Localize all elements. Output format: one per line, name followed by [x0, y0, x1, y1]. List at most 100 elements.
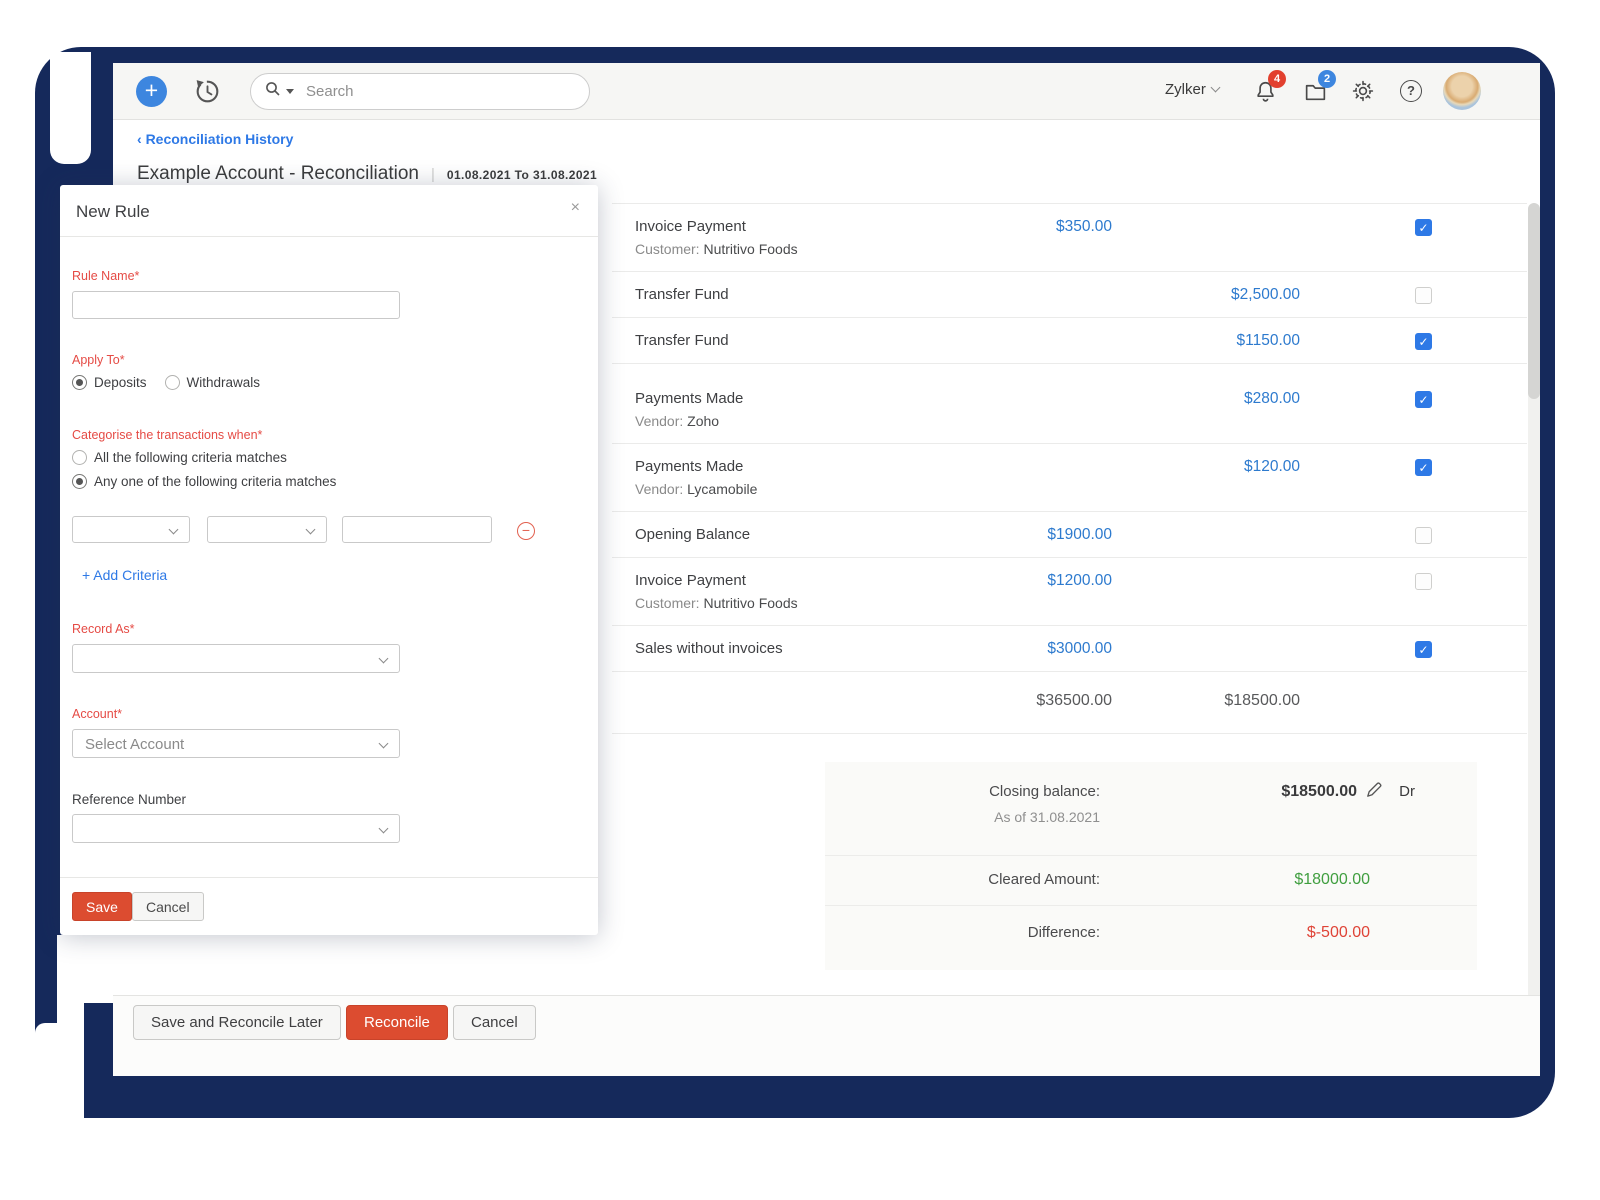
radio-icon[interactable]	[72, 474, 87, 489]
transaction-type: Transfer Fund	[635, 286, 1527, 303]
closing-balance-amount: $18500.00	[1281, 783, 1357, 801]
transaction-checkbox[interactable]: ✓	[1415, 641, 1432, 658]
cancel-button[interactable]: Cancel	[453, 1005, 536, 1040]
radio-label: All the following criteria matches	[94, 450, 287, 465]
frame-notch	[57, 1003, 84, 1118]
modal-cancel-button[interactable]: Cancel	[132, 892, 204, 921]
transaction-checkbox[interactable]: ✓	[1415, 459, 1432, 476]
table-row: Invoice PaymentCustomer: Nutritivo Foods…	[612, 204, 1527, 272]
transaction-type: Transfer Fund	[635, 332, 1527, 349]
reconcile-button[interactable]: Reconcile	[346, 1005, 448, 1040]
radio-option[interactable]: Withdrawals	[165, 375, 261, 390]
remove-criteria-icon[interactable]: −	[517, 522, 535, 540]
transaction-amount: $2,500.00	[1231, 286, 1300, 304]
record-as-label: Record As*	[72, 622, 135, 636]
back-chevron-icon: ‹	[137, 131, 142, 147]
criteria-field-select[interactable]	[72, 516, 190, 543]
radio-icon[interactable]	[72, 375, 87, 390]
account-placeholder: Select Account	[85, 736, 184, 753]
cleared-amount-label: Cleared Amount:	[988, 871, 1100, 888]
transaction-contact: Vendor: Zoho	[635, 413, 1527, 429]
settings-gear-icon[interactable]	[1351, 79, 1375, 108]
difference-value: $-500.00	[1307, 924, 1370, 942]
table-row: Invoice PaymentCustomer: Nutritivo Foods…	[612, 558, 1527, 626]
breadcrumb[interactable]: ‹ Reconciliation History	[137, 131, 293, 147]
page-title-row: Example Account - Reconciliation | 01.08…	[137, 163, 597, 185]
rule-name-label: Rule Name*	[72, 269, 139, 283]
transaction-amount: $1900.00	[1047, 526, 1112, 544]
account-select[interactable]: Select Account	[72, 729, 400, 758]
table-row: Transfer Fund$2,500.00	[612, 272, 1527, 318]
reference-number-select[interactable]	[72, 814, 400, 843]
difference-row: Difference: $-500.00	[825, 906, 1477, 969]
title-divider: |	[431, 166, 435, 183]
total-amount-col1: $36500.00	[1036, 692, 1112, 710]
help-icon[interactable]: ?	[1400, 80, 1422, 102]
quick-create-button[interactable]: +	[136, 76, 167, 107]
radio-option[interactable]: Deposits	[72, 375, 147, 390]
frame-notch	[50, 52, 91, 164]
transaction-contact: Customer: Nutritivo Foods	[635, 595, 1527, 611]
chevron-down-icon	[379, 739, 389, 749]
transaction-contact: Vendor: Lycamobile	[635, 481, 1527, 497]
scrollbar-track[interactable]	[1528, 203, 1540, 1063]
reconciliation-date-range: 01.08.2021 To 31.08.2021	[447, 168, 597, 182]
save-and-reconcile-later-button[interactable]: Save and Reconcile Later	[133, 1005, 341, 1040]
record-as-select[interactable]	[72, 644, 400, 673]
scrollbar-thumb[interactable]	[1528, 203, 1540, 399]
modal-title: New Rule	[76, 202, 150, 222]
apply-to-radio-group: Deposits Withdrawals	[72, 375, 260, 390]
apply-to-label: Apply To*	[72, 353, 125, 367]
search-placeholder: Search	[306, 83, 354, 100]
cleared-amount-row: Cleared Amount: $18000.00	[825, 856, 1477, 906]
recent-history-icon[interactable]	[193, 77, 222, 111]
radio-option[interactable]: All the following criteria matches	[72, 450, 336, 465]
radio-icon[interactable]	[72, 450, 87, 465]
close-icon[interactable]: ×	[571, 199, 580, 217]
search-input[interactable]: Search	[250, 73, 590, 110]
transaction-amount: $3000.00	[1047, 640, 1112, 658]
edit-pencil-icon[interactable]	[1364, 780, 1383, 804]
criteria-comparator-select[interactable]	[207, 516, 327, 543]
chevron-down-icon	[379, 824, 389, 834]
cleared-amount-value: $18000.00	[1294, 871, 1370, 889]
transaction-checkbox[interactable]	[1415, 287, 1432, 304]
rule-name-input[interactable]	[72, 291, 400, 319]
chevron-down-icon	[306, 525, 316, 535]
topbar: + Search Zylker 4 2 ?	[113, 63, 1540, 120]
search-scope-dropdown-icon[interactable]	[286, 89, 294, 94]
chevron-down-icon	[1210, 83, 1220, 93]
closing-balance-label: Closing balance:	[989, 783, 1100, 800]
transaction-checkbox[interactable]	[1415, 527, 1432, 544]
criteria-value-input[interactable]	[342, 516, 492, 543]
closing-balance-asof: As of 31.08.2021	[994, 809, 1100, 825]
table-row: Sales without invoices$3000.00✓	[612, 626, 1527, 672]
user-avatar[interactable]	[1443, 72, 1481, 110]
radio-icon[interactable]	[165, 375, 180, 390]
folder-count-badge: 2	[1318, 70, 1336, 88]
transaction-type: Payments Made	[635, 390, 1527, 407]
add-criteria-link[interactable]: + Add Criteria	[82, 567, 167, 583]
transaction-amount: $120.00	[1244, 458, 1300, 476]
transaction-checkbox[interactable]	[1415, 573, 1432, 590]
dr-cr-indicator: Dr	[1399, 783, 1415, 800]
radio-option[interactable]: Any one of the following criteria matche…	[72, 474, 336, 489]
total-amount-col2: $18500.00	[1224, 692, 1300, 710]
page-title: Example Account - Reconciliation	[137, 163, 419, 185]
categorise-label: Categorise the transactions when*	[72, 428, 262, 442]
table-row: Payments MadeVendor: Lycamobile$120.00✓	[612, 444, 1527, 512]
notification-count-badge: 4	[1268, 70, 1286, 88]
org-switcher[interactable]: Zylker	[1165, 81, 1219, 98]
transaction-amount: $350.00	[1056, 218, 1112, 236]
closing-balance-row: Closing balance: As of 31.08.2021 $18500…	[825, 762, 1477, 856]
modal-footer: Save Cancel	[60, 877, 598, 935]
reconciliation-summary: Closing balance: As of 31.08.2021 $18500…	[825, 762, 1477, 970]
new-rule-modal: New Rule × Rule Name* Apply To* Deposits…	[60, 185, 598, 935]
transactions-table: Invoice PaymentCustomer: Nutritivo Foods…	[612, 203, 1527, 734]
totals-row: $36500.00 $18500.00	[612, 672, 1527, 734]
transaction-checkbox[interactable]: ✓	[1415, 333, 1432, 350]
save-button[interactable]: Save	[72, 892, 132, 921]
transactions-table-body: Invoice PaymentCustomer: Nutritivo Foods…	[612, 203, 1527, 672]
transaction-checkbox[interactable]: ✓	[1415, 391, 1432, 408]
transaction-checkbox[interactable]: ✓	[1415, 219, 1432, 236]
